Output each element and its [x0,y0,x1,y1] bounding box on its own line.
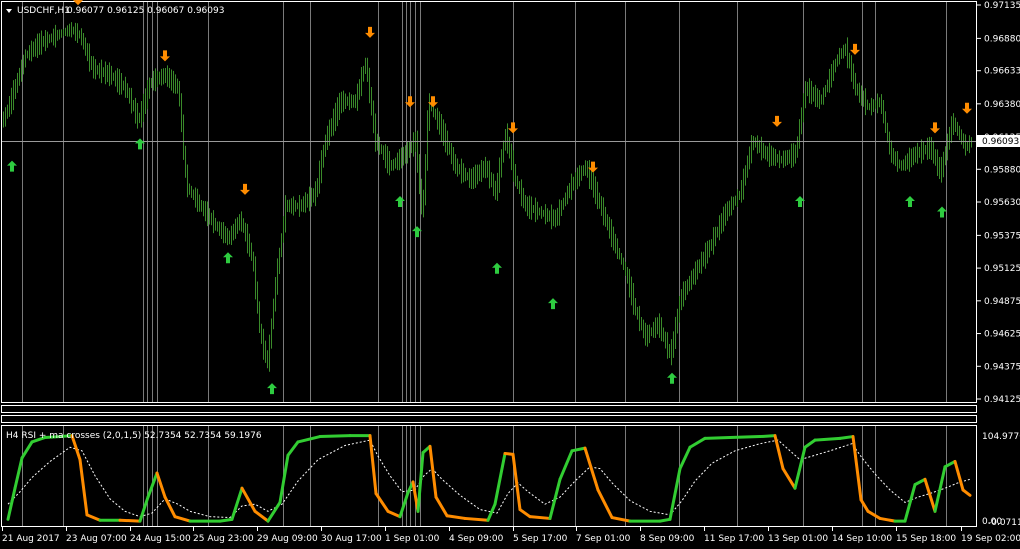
price-label: 0.94875 [984,297,1020,307]
rsi-line-segment [703,435,732,440]
time-label: 29 Aug 09:00 [257,534,318,544]
price-label: 0.95375 [984,231,1020,241]
price-label: 0.94375 [984,362,1020,372]
time-label: 4 Sep 09:00 [449,534,504,544]
rsi-line-segment [528,515,552,520]
price-label: 0.96380 [984,100,1020,110]
chart-canvas: USDCHF,H1 0.96077 0.96125 0.96067 0.9609… [0,0,1020,549]
rsi-line-segment [218,517,234,523]
rsi-line-segment [728,435,762,439]
rsi-line-segment [118,518,142,523]
rsi-line-segment [758,434,777,439]
price-label: 0.95880 [984,165,1020,175]
time-label: 1 Sep 01:00 [385,534,440,544]
time-label: 13 Sep 01:00 [768,534,828,544]
price-label: 0.94125 [984,395,1020,405]
time-label: 25 Aug 23:00 [193,534,254,544]
time-label: 24 Aug 15:00 [130,534,191,544]
indicator-title: H4 RSI + ma crosses (2,0,1,5) 52.7354 52… [6,431,262,441]
rsi-line-segment [838,435,855,440]
price-label: 0.95125 [984,264,1020,274]
price-label: 0.94625 [984,330,1020,340]
rsi-line-segment [318,434,352,439]
price-label: 0.96880 [984,34,1020,44]
time-label: 15 Sep 18:00 [896,534,956,544]
indicator-axis-bottom: -0.0711 [988,518,1020,528]
time-label: 14 Sep 10:00 [832,534,892,544]
time-label: 19 Sep 02:00 [961,534,1020,544]
time-label: 11 Sep 17:00 [704,534,764,544]
time-label: 30 Aug 17:00 [321,534,382,544]
time-label: 23 Aug 07:00 [66,534,127,544]
price-label: 0.95630 [984,198,1020,208]
price-label: 0.96633 [984,67,1020,77]
time-label: 7 Sep 01:00 [576,534,631,544]
price-label: 0.97135 [984,1,1020,11]
current-price-label: 0.96093 [982,137,1019,147]
time-label: 8 Sep 09:00 [640,534,695,544]
rsi-line-segment [658,517,672,523]
time-label: 5 Sep 17:00 [513,534,568,544]
time-label: 21 Aug 2017 [2,534,60,544]
indicator-axis-top: 104.9776 [982,432,1020,442]
rsi-line-segment [813,436,842,442]
ohlc-values: 0.96077 0.96125 0.96067 0.96093 [67,6,224,16]
symbol-title: USDCHF,H1 [17,6,70,16]
rsi-line-segment [463,516,490,522]
